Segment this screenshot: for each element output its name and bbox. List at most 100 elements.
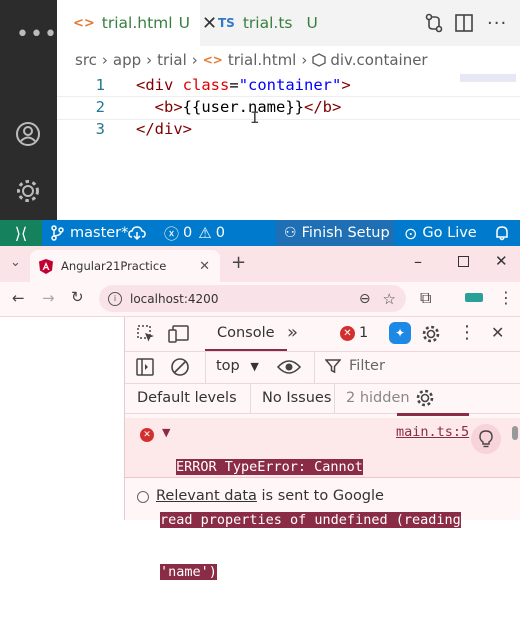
code-editor[interactable]: 1 <div class="container"> 2 <b>{{user.name… (57, 74, 520, 220)
extension-icon[interactable] (465, 293, 483, 302)
dropdown-arrow-icon: ▼ (250, 360, 259, 373)
chrome-menu-icon[interactable]: ⋮ (498, 288, 514, 307)
error-count-label[interactable]: 1 (359, 325, 368, 341)
close-window-icon[interactable]: ✕ (495, 252, 508, 270)
error-line-1: ERROR TypeError: Cannot (176, 459, 363, 475)
console-toolbar: top ▼ Filter (125, 351, 520, 384)
close-devtools-icon[interactable]: ✕ (491, 323, 504, 342)
address-bar[interactable]: i localhost:4200 ⊖ ☆ (99, 285, 406, 312)
untracked-badge: U (178, 14, 190, 32)
chevron-right-icon: › (101, 51, 108, 69)
line-number: 1 (95, 76, 105, 94)
close-tab-icon[interactable]: ✕ (199, 259, 210, 274)
filter-input[interactable]: Filter (325, 358, 385, 374)
inspect-element-icon[interactable] (136, 324, 156, 344)
page-viewport (0, 317, 124, 520)
git-branch-icon (51, 225, 64, 241)
code-token: </div> (136, 120, 192, 138)
console-levels-bar: Default levels No Issues 2 hidden (125, 383, 520, 414)
problems-item[interactable]: ⓧ 0 ⚠ 0 (164, 220, 225, 246)
html-file-icon: <> (202, 53, 223, 67)
line-number: 2 (95, 98, 105, 116)
branch-item[interactable]: master* (50, 220, 128, 246)
breadcrumb-item[interactable]: app (113, 51, 141, 69)
filter-placeholder: Filter (349, 358, 385, 374)
error-source-link[interactable]: main.ts:5 (396, 424, 469, 440)
error-circle-icon: ✕ (140, 428, 154, 442)
browser-tab[interactable]: Angular21Practice ✕ (30, 250, 220, 282)
understand-error-lightbulb-icon[interactable] (471, 424, 501, 454)
text-cursor-icon: I (250, 108, 260, 127)
site-info-icon[interactable]: i (108, 291, 122, 306)
forward-icon[interactable]: → (42, 289, 55, 307)
issues-button[interactable]: No Issues (262, 390, 331, 406)
notifications-bell-icon[interactable] (494, 220, 510, 246)
finish-setup-button[interactable]: ⚇ Finish Setup (276, 220, 394, 246)
scrollbar-thumb[interactable] (512, 426, 518, 440)
back-icon[interactable]: ← (12, 289, 25, 307)
filter-funnel-icon (325, 359, 341, 374)
settings-gear-icon[interactable] (421, 324, 441, 344)
account-icon[interactable] (15, 121, 41, 147)
tab-console[interactable]: Console (205, 317, 287, 351)
tab-search-chevron-icon[interactable]: ⌄ (10, 255, 21, 270)
tab-trial-html[interactable]: <> trial.html U ✕ (57, 0, 217, 46)
error-text: ERROR TypeError: Cannot read properties … (160, 424, 461, 617)
console-settings-gear-icon[interactable] (415, 388, 435, 408)
error-badge-icon[interactable]: ✕ (340, 326, 355, 341)
typescript-file-icon: TS (218, 16, 235, 30)
minimap[interactable] (460, 74, 516, 82)
context-selector[interactable]: top ▼ (216, 358, 259, 374)
breadcrumb-item[interactable]: trial (157, 51, 187, 69)
data-notice-rest: is sent to Google (261, 488, 384, 504)
relevant-data-link[interactable]: Relevant data (156, 488, 257, 504)
devtools-menu-icon[interactable]: ⋮ (458, 322, 476, 343)
default-levels-dropdown[interactable]: Default levels (137, 390, 237, 406)
sidebar-toggle-icon[interactable] (136, 358, 154, 376)
setup-icon: ⚇ (284, 225, 297, 241)
reload-icon[interactable]: ↻ (71, 288, 84, 306)
code-token: {{user.name}} (182, 98, 304, 116)
maximize-icon[interactable] (458, 256, 469, 267)
tab-trial-ts[interactable]: TS trial.ts U (200, 0, 380, 46)
activity-bar: ••• (0, 0, 57, 220)
line-number: 3 (95, 120, 105, 138)
console-error-message[interactable]: ✕ ▼ ERROR TypeError: Cannot read propert… (125, 418, 520, 580)
settings-gear-icon[interactable] (14, 177, 42, 205)
code-token: = (229, 76, 239, 94)
compare-changes-icon[interactable] (424, 13, 444, 33)
more-actions-icon[interactable]: ··· (487, 13, 507, 34)
code-line[interactable]: <div class="container"> (136, 76, 351, 94)
minimize-icon[interactable]: – (414, 252, 422, 271)
ai-assistant-icon[interactable]: ✦ (389, 322, 411, 344)
untracked-badge: U (306, 14, 318, 32)
split-editor-icon[interactable] (454, 13, 474, 33)
code-line[interactable]: <b>{{user.name}}</b> (136, 98, 342, 116)
error-count: 0 (183, 225, 193, 241)
code-token: </b> (304, 98, 342, 116)
warning-count: 0 (215, 225, 225, 241)
go-live-button[interactable]: ⊙ Go Live (404, 220, 477, 246)
breadcrumb-item[interactable]: div.container (330, 51, 427, 69)
more-tabs-chevron-icon[interactable]: » (287, 322, 298, 343)
more-icon[interactable]: ••• (16, 22, 58, 47)
code-line[interactable]: </div> (136, 120, 192, 138)
chevron-right-icon: › (146, 51, 153, 69)
error-line-3: 'name') (160, 564, 217, 580)
zoom-search-icon[interactable]: ⊖ (359, 291, 371, 307)
extensions-puzzle-icon[interactable]: ⧉ (420, 288, 431, 308)
remote-indicator-icon[interactable]: ⟩⟨ (0, 220, 42, 246)
status-bar: ⟩⟨ master* ⓧ 0 ⚠ 0 ⚇ Finish Setup ⊙ Go L… (0, 220, 520, 246)
bookmark-star-icon[interactable]: ☆ (383, 290, 396, 308)
warning-icon: ⚠ (198, 224, 212, 242)
html-file-icon: <> (73, 15, 95, 31)
live-expression-eye-icon[interactable] (277, 359, 301, 375)
sync-icon[interactable] (128, 220, 146, 246)
tab-console-label: Console (217, 325, 275, 341)
browser-tab-title: Angular21Practice (61, 259, 167, 273)
breadcrumb-item[interactable]: src (75, 51, 97, 69)
new-tab-icon[interactable]: + (231, 252, 246, 273)
device-toolbar-icon[interactable] (168, 324, 190, 344)
clear-console-icon[interactable] (170, 357, 190, 377)
breadcrumb-item[interactable]: trial.html (228, 51, 297, 69)
